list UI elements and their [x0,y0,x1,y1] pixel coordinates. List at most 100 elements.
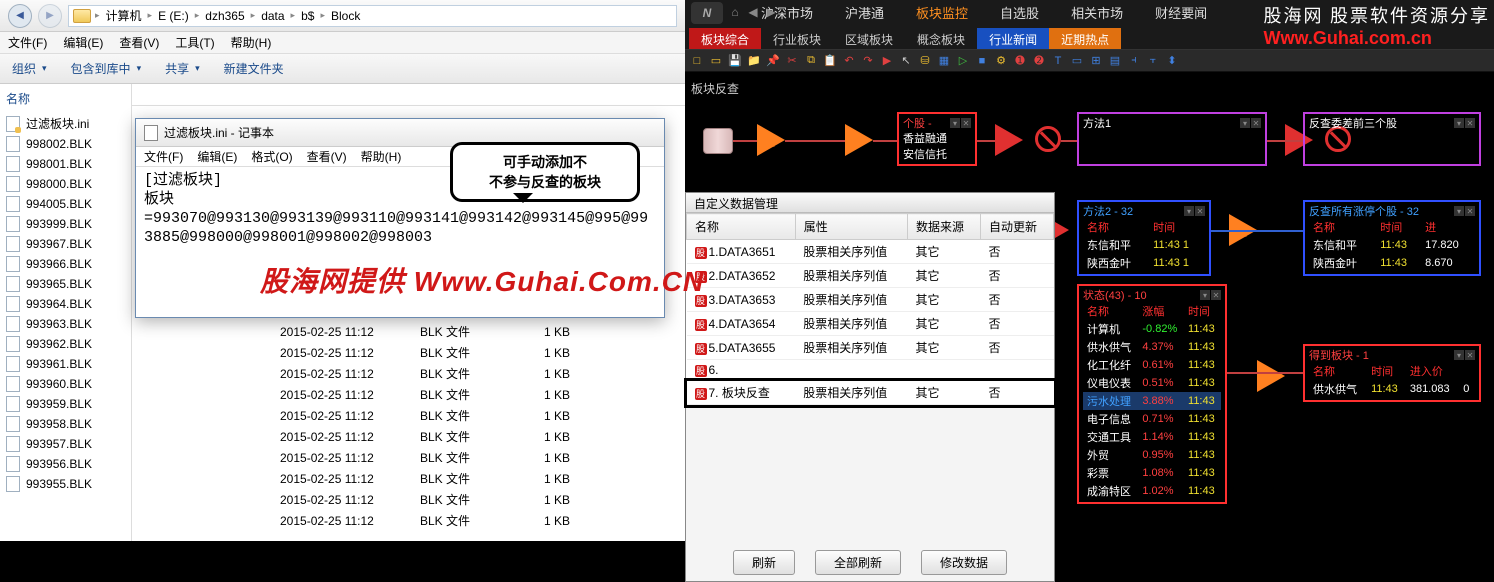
tool-undo-icon[interactable]: ↶ [841,53,857,69]
list-row[interactable]: 2015-02-25 11:12BLK 文件1 KB [132,510,685,531]
tool-badge1-icon[interactable]: ➊ [1012,53,1028,69]
app-logo-icon[interactable]: N [691,2,723,24]
file-item[interactable]: 994005.BLK [6,194,125,214]
tool-db-icon[interactable]: ⛁ [917,53,933,69]
triangle-node-2[interactable] [845,124,873,156]
np-menu-format[interactable]: 格式(O) [251,148,292,165]
menu-help[interactable]: 帮助(H) [231,34,272,51]
tool-valign-icon[interactable]: ⫟ [1145,53,1161,69]
tb-share[interactable]: 共享 [165,60,200,77]
sub-tab[interactable]: 区域板块 [833,28,905,49]
file-item[interactable]: 993965.BLK [6,274,125,294]
tool-new-icon[interactable]: □ [689,53,705,69]
file-item[interactable]: 993960.BLK [6,374,125,394]
tool-play-icon[interactable]: ▶ [879,53,895,69]
tool-badge2-icon[interactable]: ➋ [1031,53,1047,69]
list-row[interactable]: 2015-02-25 11:12BLK 文件1 KB [132,405,685,426]
file-item[interactable]: 993964.BLK [6,294,125,314]
triangle-node-1[interactable]: 设 [757,124,785,156]
np-menu-file[interactable]: 文件(F) [144,148,183,165]
tb-organize[interactable]: 组织 [12,60,47,77]
file-item[interactable]: 998000.BLK [6,174,125,194]
triangle-node-3[interactable] [995,124,1023,156]
close-icon[interactable]: ✕ [961,118,971,128]
cdm-header[interactable]: 名称 [687,214,796,240]
tool-stop-icon[interactable]: ■ [974,53,990,69]
cdm-row[interactable]: 股7. 板块反查股票相关序列值其它否 [687,381,1054,405]
list-row[interactable]: 2015-02-25 11:12BLK 文件1 KB [132,468,685,489]
min-icon[interactable]: ▾ [1184,206,1194,216]
file-item[interactable]: 993957.BLK [6,434,125,454]
menu-file[interactable]: 文件(F) [8,34,47,51]
file-item[interactable]: 993966.BLK [6,254,125,274]
file-item[interactable]: 993956.BLK [6,454,125,474]
cdm-row[interactable]: 股5.DATA3655股票相关序列值其它否 [687,336,1054,360]
refresh-button[interactable]: 刷新 [733,550,795,575]
close-icon[interactable]: ✕ [1251,118,1261,128]
file-item[interactable]: 993962.BLK [6,334,125,354]
tb-newfolder[interactable]: 新建文件夹 [224,60,284,77]
min-icon[interactable]: ▾ [1454,350,1464,360]
file-item[interactable]: 993958.BLK [6,414,125,434]
nav-forward-button[interactable]: ▶ [38,4,62,28]
menu-view[interactable]: 查看(V) [119,34,159,51]
bc-drive[interactable]: E (E:) [156,9,191,23]
triangle-node-7[interactable] [1257,360,1285,392]
cdm-row[interactable]: 股4.DATA3654股票相关序列值其它否 [687,312,1054,336]
tool-window-icon[interactable]: ⊞ [1088,53,1104,69]
list-row[interactable]: 2015-02-25 11:12BLK 文件1 KB [132,342,685,363]
tool-paste-icon[interactable]: 📋 [822,53,838,69]
close-icon[interactable]: ✕ [1465,206,1475,216]
tool-open-icon[interactable]: ▭ [708,53,724,69]
prohibit-icon[interactable] [1035,126,1061,152]
tool-align-icon[interactable]: ⫞ [1126,53,1142,69]
sub-tab[interactable]: 行业板块 [761,28,833,49]
sub-tab[interactable]: 板块综合 [689,28,761,49]
menu-edit[interactable]: 编辑(E) [63,34,103,51]
close-icon[interactable]: ✕ [1211,290,1221,300]
custom-data-manager[interactable]: 自定义数据管理 名称 属性 数据来源 自动更新 股1.DATA3651股票相关序… [685,192,1055,582]
tool-pin-icon[interactable]: 📌 [765,53,781,69]
list-row[interactable]: 2015-02-25 11:12BLK 文件1 KB [132,489,685,510]
tool-gear-icon[interactable]: ⚙ [993,53,1009,69]
tool-copy-icon[interactable]: ⧉ [803,53,819,69]
file-item[interactable]: 993961.BLK [6,354,125,374]
file-item[interactable]: 998002.BLK [6,134,125,154]
cdm-row[interactable]: 股6. [687,360,1054,381]
close-icon[interactable]: ✕ [1195,206,1205,216]
min-icon[interactable]: ▾ [1454,118,1464,128]
list-header[interactable] [132,84,685,106]
bc-computer[interactable]: 计算机 [104,7,144,24]
bc-folder-4[interactable]: Block [329,9,362,23]
list-row[interactable]: 2015-02-25 11:12BLK 文件1 KB [132,426,685,447]
refresh-all-button[interactable]: 全部刷新 [815,550,901,575]
tool-text-icon[interactable]: T [1050,53,1066,69]
cdm-header[interactable]: 数据来源 [908,214,981,240]
block-status[interactable]: 状态(43) - 10▾✕ 名称涨幅时间计算机-0.82%11:43供水供气4.… [1077,284,1227,504]
forward-icon[interactable]: ▶ [763,4,779,20]
bc-folder-3[interactable]: b$ [299,9,316,23]
tool-redo-icon[interactable]: ↷ [860,53,876,69]
tool-dist-icon[interactable]: ⬍ [1164,53,1180,69]
file-item[interactable]: 993959.BLK [6,394,125,414]
cdm-header[interactable]: 属性 [795,214,907,240]
list-row[interactable]: 2015-02-25 11:12BLK 文件1 KB [132,321,685,342]
min-icon[interactable]: ▾ [950,118,960,128]
np-menu-view[interactable]: 查看(V) [307,148,347,165]
app-tab[interactable]: 板块监控 [900,0,984,28]
tool-save-icon[interactable]: 💾 [727,53,743,69]
tool-run-icon[interactable]: ▷ [955,53,971,69]
modify-data-button[interactable]: 修改数据 [921,550,1007,575]
tool-panel-icon[interactable]: ▤ [1107,53,1123,69]
sub-tab[interactable]: 行业新闻 [977,28,1049,49]
cdm-header[interactable]: 自动更新 [981,214,1054,240]
bc-folder-2[interactable]: data [259,9,286,23]
list-row[interactable]: 2015-02-25 11:12BLK 文件1 KB [132,363,685,384]
sidebar-header[interactable]: 名称 [6,90,125,107]
list-row[interactable]: 2015-02-25 11:12BLK 文件1 KB [132,447,685,468]
tool-grid-icon[interactable]: ▦ [936,53,952,69]
app-tab[interactable]: 自选股 [984,0,1055,28]
block-ff1[interactable]: 方法1▾✕ [1077,112,1267,166]
block-ddbk[interactable]: 得到板块 - 1▾✕ 名称时间进入价 供水供气11:43381.0830 [1303,344,1481,402]
file-item[interactable]: 993955.BLK [6,474,125,494]
